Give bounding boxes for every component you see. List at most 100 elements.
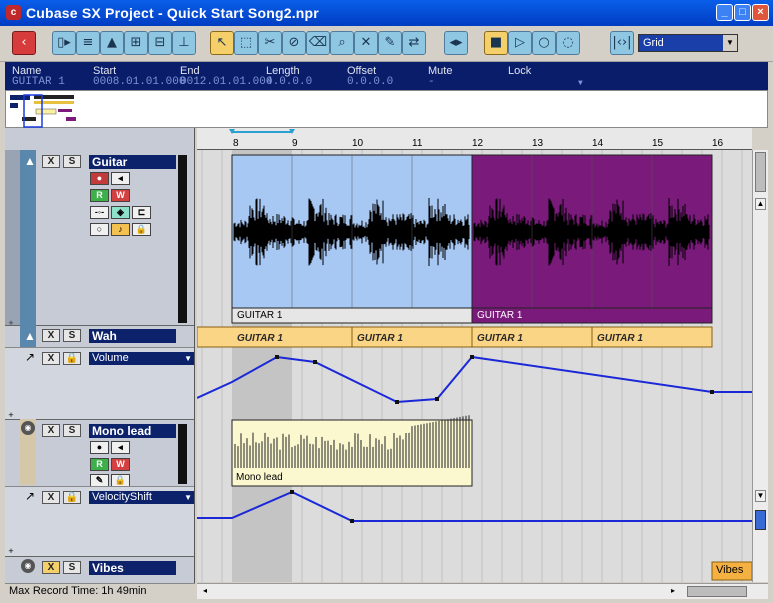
info-value-offset[interactable]: 0.0.0.0 <box>347 76 393 88</box>
project-overview[interactable] <box>5 90 768 128</box>
guitar-timebase-icon[interactable]: ○ <box>90 223 109 236</box>
mono-record-button[interactable]: ● <box>90 441 109 454</box>
guitar-send-icon[interactable]: ⊏ <box>132 206 151 219</box>
app-icon[interactable]: c <box>6 5 21 20</box>
info-value-name[interactable]: GUITAR 1 <box>12 76 65 88</box>
expand-icon[interactable]: ▲ <box>24 329 36 343</box>
zoom-tool[interactable]: ⌕ <box>330 31 354 55</box>
wah-track-name[interactable]: Wah <box>89 329 176 343</box>
scroll-down-icon[interactable]: ▼ <box>755 490 766 502</box>
vertical-scrollbar[interactable]: ▲ ▼ <box>752 150 768 582</box>
expand-icon[interactable]: ▲ <box>24 154 36 168</box>
close-button[interactable]: × <box>752 4 769 21</box>
record-button[interactable]: ○ <box>532 31 556 55</box>
ruler-mark: 10 <box>352 138 364 149</box>
guitar-insert-icon[interactable]: ◈ <box>111 206 130 219</box>
track-list: ▲ X S Guitar ● ◂ R W -◦- ◈ ⊏ ○ ♪ 🔒 + ▲ X… <box>5 128 195 583</box>
mono-param-name: VelocityShift <box>92 491 152 503</box>
ruler-mark: 12 <box>472 138 484 149</box>
stop-button[interactable]: ■ <box>484 31 508 55</box>
guitar-eq-icon[interactable]: -◦- <box>90 206 109 219</box>
wah-auto-lock-icon[interactable]: 🔒 <box>63 352 81 365</box>
info-value-start[interactable]: 0008.01.01.000 <box>93 76 185 88</box>
guitar-part-right-label[interactable]: GUITAR 1 <box>477 310 522 321</box>
scroll-up-icon[interactable]: ▲ <box>755 198 766 210</box>
guitar-lock-icon[interactable]: 🔒 <box>132 223 151 236</box>
scroll-right-icon[interactable]: ▸ <box>667 586 679 597</box>
mute-tool[interactable]: ✕ <box>354 31 378 55</box>
vibes-track-name[interactable]: Vibes <box>89 561 176 575</box>
vibes-part-label[interactable]: Vibes <box>716 564 743 576</box>
overview-graphic <box>10 94 76 128</box>
wah-part-label[interactable]: GUITAR 1 <box>477 333 523 344</box>
grid-select[interactable]: Grid ▼ <box>638 34 738 52</box>
play-button[interactable]: ▷ <box>508 31 532 55</box>
guitar-mute-button[interactable]: X <box>42 155 60 168</box>
guitar-part-left-label[interactable]: GUITAR 1 <box>237 310 282 321</box>
pool-button[interactable]: ⊞ <box>124 31 148 55</box>
back-button[interactable]: ‹ <box>12 31 36 55</box>
guitar-read-button[interactable]: R <box>90 189 109 202</box>
draw-tool[interactable]: ✎ <box>378 31 402 55</box>
lanes-down-button[interactable]: ▲ <box>100 31 124 55</box>
automation-line-icon: ↗ <box>25 489 36 503</box>
lanes-button[interactable]: ≡ <box>76 31 100 55</box>
mixer-button[interactable]: ⊟ <box>148 31 172 55</box>
channel-button[interactable]: ⊥ <box>172 31 196 55</box>
mono-write-button[interactable]: W <box>111 458 130 471</box>
info-dropdown-icon[interactable]: ▼ <box>578 79 583 88</box>
mono-read-button[interactable]: R <box>90 458 109 471</box>
info-value-mute[interactable]: - <box>428 76 435 88</box>
mono-solo-button[interactable]: S <box>63 424 81 437</box>
expand-small-icon[interactable]: + <box>5 546 17 556</box>
pointer-tool[interactable]: ↖ <box>210 31 234 55</box>
info-value-length[interactable]: 4.0.0.0 <box>266 76 312 88</box>
snap-button[interactable]: |‹›| <box>610 31 634 55</box>
mono-auto-lock-icon[interactable]: 🔒 <box>63 491 81 504</box>
cycle-button[interactable]: ◌ <box>556 31 580 55</box>
guitar-monitor-icon[interactable]: ◂ <box>111 172 130 185</box>
maximize-button[interactable]: □ <box>734 4 751 21</box>
chevron-down-icon[interactable]: ▼ <box>184 352 192 365</box>
mono-track-name[interactable]: Mono lead <box>89 424 176 438</box>
wah-mute-button[interactable]: X <box>42 329 60 342</box>
guitar-record-button[interactable]: ● <box>90 172 109 185</box>
wah-auto-mute-button[interactable]: X <box>42 352 60 365</box>
wah-param-name: Volume <box>92 352 129 364</box>
zoom-handle[interactable] <box>755 510 766 530</box>
range-tool[interactable]: ⬚ <box>234 31 258 55</box>
mono-part-label[interactable]: Mono lead <box>236 472 283 483</box>
mono-auto-mute-button[interactable]: X <box>42 491 60 504</box>
nudge-button[interactable]: ◂▸ <box>444 31 468 55</box>
scroll-thumb[interactable] <box>755 152 766 192</box>
wah-part-label[interactable]: GUITAR 1 <box>237 333 283 344</box>
chevron-down-icon[interactable]: ▼ <box>723 35 737 51</box>
split-tool[interactable]: ✂ <box>258 31 282 55</box>
wah-param-select[interactable]: Volume ▼ <box>89 352 194 365</box>
vibes-mute-button[interactable]: X <box>42 561 60 574</box>
chevron-down-icon[interactable]: ▼ <box>184 491 192 504</box>
wah-part-label[interactable]: GUITAR 1 <box>357 333 403 344</box>
event-graphics <box>197 150 752 582</box>
info-value-end[interactable]: 0012.01.01.000 <box>180 76 272 88</box>
track-guitar-expand[interactable] <box>20 150 36 325</box>
horizontal-zoom-slider[interactable] <box>687 586 747 597</box>
erase-tool[interactable]: ⌫ <box>306 31 330 55</box>
mono-param-select[interactable]: VelocityShift ▼ <box>89 491 194 504</box>
wah-part-label[interactable]: GUITAR 1 <box>597 333 643 344</box>
scroll-left-icon[interactable]: ◂ <box>199 586 211 597</box>
inspector-button[interactable]: ▯▸ <box>52 31 76 55</box>
minimize-button[interactable]: _ <box>716 4 733 21</box>
guitar-music-icon[interactable]: ♪ <box>111 223 130 236</box>
guitar-solo-button[interactable]: S <box>63 155 81 168</box>
guitar-track-name[interactable]: Guitar <box>89 155 176 169</box>
mono-monitor-icon[interactable]: ◂ <box>111 441 130 454</box>
glue-tool[interactable]: ⊘ <box>282 31 306 55</box>
mono-mute-button[interactable]: X <box>42 424 60 437</box>
horizontal-scrollbar[interactable]: ◂ ▸ <box>197 583 768 599</box>
wah-solo-button[interactable]: S <box>63 329 81 342</box>
event-display[interactable]: GUITAR 1 GUITAR 1 GUITAR 1 GUITAR 1 GUIT… <box>197 150 752 582</box>
time-tool[interactable]: ⇄ <box>402 31 426 55</box>
guitar-write-button[interactable]: W <box>111 189 130 202</box>
vibes-solo-button[interactable]: S <box>63 561 81 574</box>
